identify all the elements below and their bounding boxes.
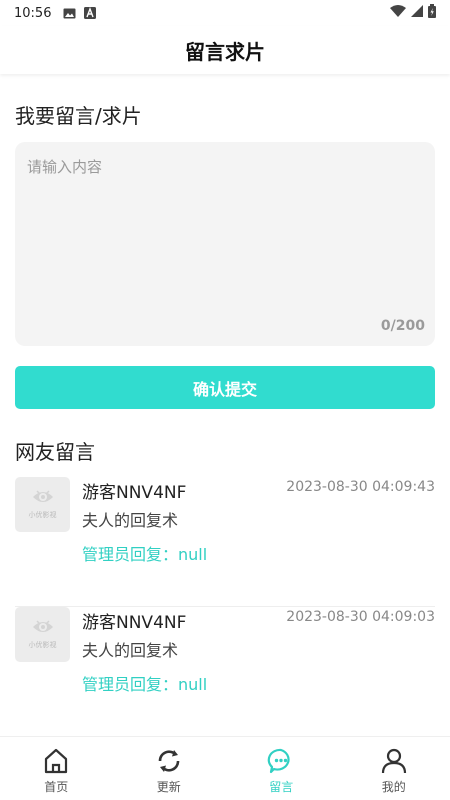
nav-label: 留言 [269, 780, 294, 794]
nav-label: 我的 [381, 780, 406, 794]
app-logo-icon [32, 490, 53, 502]
cellular-signal-icon [411, 5, 423, 21]
refresh-icon [158, 750, 180, 772]
font-notification-icon [84, 7, 97, 19]
avatar: 小优影视 [15, 607, 70, 662]
message-input[interactable] [15, 142, 435, 346]
comment-item: 小优影视 游客NNV4NF 2023-08-30 04:09:43 夫人的回复术… [15, 477, 435, 607]
nav-item-profile[interactable]: 我的 [338, 737, 450, 800]
submit-button[interactable]: 确认提交 [15, 366, 435, 409]
nav-label: 更新 [156, 780, 181, 794]
avatar-caption: 小优影视 [28, 641, 57, 649]
nav-label: 首页 [44, 780, 69, 794]
admin-reply: 管理员回复：null [82, 675, 208, 694]
wifi-icon [390, 5, 406, 21]
battery-icon [428, 4, 436, 22]
status-time: 10:56 [14, 5, 52, 21]
comment-content: 夫人的回复术 [82, 641, 179, 660]
comment-item: 小优影视 游客NNV4NF 2023-08-30 04:09:03 夫人的回复术… [15, 607, 435, 737]
avatar: 小优影视 [15, 477, 70, 532]
app-header: 留言求片 [0, 26, 450, 74]
home-icon [45, 748, 68, 774]
nav-item-home[interactable]: 首页 [0, 737, 113, 800]
comment-content: 夫人的回复术 [82, 511, 179, 530]
image-notification-icon [63, 8, 76, 19]
nav-item-update[interactable]: 更新 [113, 737, 226, 800]
message-box: 0/200 [15, 142, 435, 346]
comment-username: 游客NNV4NF [82, 613, 187, 633]
message-icon [267, 748, 290, 774]
bottom-nav: 首页 更新 留言 我的 [0, 736, 450, 800]
admin-reply: 管理员回复：null [82, 545, 208, 564]
comments-section-title: 网友留言 [15, 440, 95, 464]
char-counter: 0/200 [380, 318, 425, 334]
compose-section-title: 我要留言/求片 [15, 104, 142, 128]
comment-timestamp: 2023-08-30 04:09:03 [286, 609, 435, 625]
page-title: 留言求片 [185, 39, 265, 64]
nav-item-message[interactable]: 留言 [225, 737, 338, 800]
status-bar: 10:56 [0, 0, 450, 26]
user-icon [381, 748, 406, 774]
avatar-caption: 小优影视 [28, 511, 57, 519]
app-logo-icon [32, 620, 53, 632]
comment-username: 游客NNV4NF [82, 483, 187, 503]
comment-timestamp: 2023-08-30 04:09:43 [286, 479, 435, 495]
